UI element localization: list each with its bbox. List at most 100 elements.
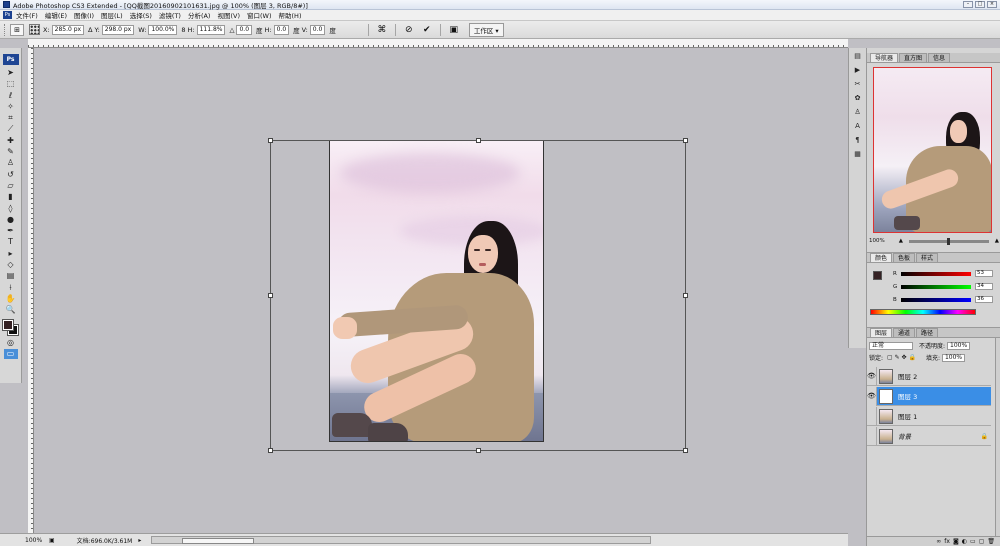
x-input[interactable]: 285.0 px [51, 24, 85, 35]
navigator-zoom-value[interactable]: 100% [869, 238, 885, 244]
y-input[interactable]: 298.0 px [101, 24, 135, 35]
delete-layer-icon[interactable]: 🗑 [987, 538, 995, 545]
link-icon[interactable]: 8 [181, 26, 185, 34]
magic-wand-tool-icon[interactable]: ✧ [4, 102, 18, 112]
eye-off-slot[interactable] [867, 426, 877, 446]
crop-tool-icon[interactable]: ⌗ [4, 113, 18, 123]
pen-tool-icon[interactable]: ✒ [4, 226, 18, 236]
maximize-icon[interactable]: □ [975, 1, 985, 8]
ps-logo[interactable]: Ps [2, 54, 19, 65]
layer-comps-icon[interactable]: ▦ [852, 149, 863, 160]
layer-style-icon[interactable]: fx [944, 538, 950, 545]
zoom-tool-icon[interactable]: 🔍 [4, 305, 18, 315]
tab-swatches[interactable]: 色板 [893, 253, 916, 262]
commit-transform-icon[interactable]: ✔ [421, 24, 433, 36]
group-icon[interactable]: ▭ [970, 538, 976, 545]
tab-navigator[interactable]: 导航器 [870, 53, 899, 62]
notes-tool-icon[interactable]: ▤ [4, 271, 18, 281]
screen-mode-icon[interactable]: ▭ [3, 348, 18, 360]
red-slider[interactable] [901, 271, 971, 276]
transform-handle-tr[interactable] [683, 138, 688, 143]
angle-input[interactable]: 0.0 [236, 24, 253, 35]
move-tool-icon[interactable]: ➤ [4, 68, 18, 78]
tool-preset-icon[interactable]: ⊞ [10, 23, 24, 36]
transform-handle-tc[interactable] [476, 138, 481, 143]
layer-mask-icon[interactable]: ◙ [953, 538, 959, 545]
tab-info[interactable]: 信息 [928, 53, 951, 62]
zoom-in-icon[interactable]: ▲ [995, 238, 999, 244]
type-tool-icon[interactable]: T [4, 237, 18, 247]
new-layer-icon[interactable]: ▢ [979, 538, 985, 545]
transform-handle-br[interactable] [683, 448, 688, 453]
opacity-input[interactable]: 100% [947, 341, 971, 350]
transform-handle-mr[interactable] [683, 293, 688, 298]
height-input[interactable]: 111.8% [196, 24, 226, 35]
minimize-icon[interactable]: – [963, 1, 973, 8]
menu-analysis[interactable]: 分析(A) [188, 10, 211, 20]
width-input[interactable]: 100.0% [148, 24, 178, 35]
menu-view[interactable]: 视图(V) [217, 10, 240, 20]
menu-window[interactable]: 窗口(W) [247, 10, 272, 20]
quick-mask-icon[interactable]: ◎ [4, 338, 18, 348]
shape-tool-icon[interactable]: ◇ [4, 260, 18, 270]
eraser-tool-icon[interactable]: ▱ [4, 181, 18, 191]
menu-file[interactable]: 文件(F) [16, 10, 38, 20]
clone-stamp-icon[interactable]: ♙ [4, 158, 18, 168]
reference-point-icon[interactable] [29, 24, 40, 35]
green-value[interactable]: 34 [975, 283, 993, 290]
clone-source-icon[interactable]: ♙ [852, 107, 863, 118]
dodge-tool-icon[interactable]: ● [4, 215, 18, 225]
path-selection-icon[interactable]: ▸ [4, 249, 18, 259]
marquee-tool-icon[interactable]: ⬚ [4, 79, 18, 89]
transform-handle-tl[interactable] [268, 138, 273, 143]
blue-value[interactable]: 36 [975, 296, 993, 303]
history-panel-icon[interactable]: ▤ [852, 51, 863, 62]
layer-row[interactable]: 背景 🔒 [867, 426, 991, 446]
zoom-out-icon[interactable]: ▲ [899, 238, 903, 244]
workspace-button[interactable]: 工作区 ▾ [468, 22, 504, 37]
link-layers-icon[interactable]: ∞ [936, 538, 941, 545]
layers-scrollbar[interactable] [995, 338, 1000, 538]
horizontal-scrollbar[interactable] [151, 536, 652, 544]
menu-help[interactable]: 帮助(H) [279, 10, 302, 20]
healing-brush-icon[interactable]: ✚ [4, 136, 18, 146]
foreground-color[interactable] [1, 318, 14, 331]
menu-layer[interactable]: 图层(L) [101, 10, 123, 20]
adjustment-layer-icon[interactable]: ◐ [962, 538, 967, 545]
color-spectrum[interactable] [870, 309, 976, 315]
free-transform-box[interactable] [268, 138, 688, 453]
transform-handle-bl[interactable] [268, 448, 273, 453]
vskew-input[interactable]: 0.0 [309, 24, 326, 35]
tab-histogram[interactable]: 直方图 [899, 53, 928, 62]
menu-image[interactable]: 图像(I) [74, 10, 94, 20]
eye-icon[interactable]: 👁 [867, 386, 877, 406]
horizontal-ruler[interactable] [28, 39, 848, 48]
tab-paths[interactable]: 路径 [916, 328, 939, 337]
hskew-input[interactable]: 0.0 [273, 24, 290, 35]
options-grip[interactable] [4, 23, 7, 36]
transform-handle-bc[interactable] [476, 448, 481, 453]
status-menu-arrow[interactable]: ▸ [138, 537, 141, 544]
brush-tool-icon[interactable]: ✎ [4, 147, 18, 157]
status-icon[interactable]: ▣ [49, 537, 55, 544]
tab-color[interactable]: 颜色 [870, 253, 893, 262]
hand-tool-icon[interactable]: ✋ [4, 294, 18, 304]
tab-styles[interactable]: 样式 [916, 253, 939, 262]
layer-row-selected[interactable]: 👁 图层 3 [867, 386, 991, 406]
blur-tool-icon[interactable]: ◊ [4, 204, 18, 214]
fill-input[interactable]: 100% [941, 353, 966, 362]
green-slider[interactable] [901, 284, 971, 289]
transform-handle-ml[interactable] [268, 293, 273, 298]
palette-well-icon[interactable]: ▣ [448, 24, 460, 36]
tool-presets-icon[interactable]: ✂ [852, 79, 863, 90]
layer-row[interactable]: 图层 1 [867, 406, 991, 426]
paragraph-panel-icon[interactable]: ¶ [852, 135, 863, 146]
color-swatches[interactable] [1, 318, 20, 336]
eye-off-slot[interactable] [867, 406, 877, 426]
red-value[interactable]: 53 [975, 270, 993, 277]
slice-tool-icon[interactable]: ⟋ [4, 124, 18, 134]
blue-slider[interactable] [901, 297, 971, 302]
ps-menu-icon[interactable]: Ps [3, 11, 12, 19]
menu-select[interactable]: 选择(S) [130, 10, 152, 20]
layer-row[interactable]: 👁 图层 2 [867, 366, 991, 386]
